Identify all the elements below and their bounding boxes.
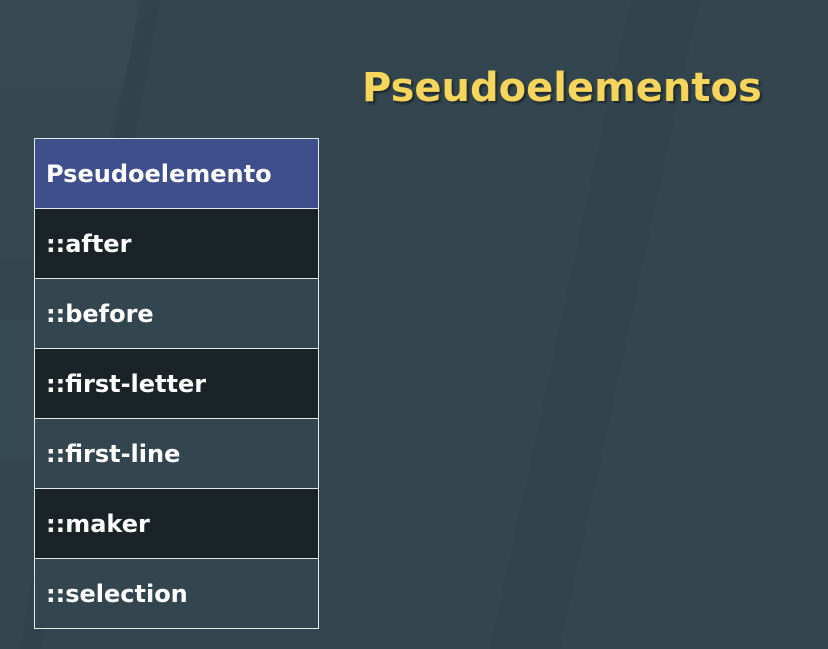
- table-cell-first-line: ::first-line: [34, 418, 319, 489]
- pseudoelements-table: Pseudoelemento ::after ::before ::first-…: [34, 138, 319, 629]
- table-row: ::selection: [34, 558, 319, 629]
- table-cell-before: ::before: [34, 278, 319, 349]
- table-row: ::maker: [34, 488, 319, 559]
- table-header-row: Pseudoelemento: [34, 138, 319, 209]
- table-row: ::first-letter: [34, 348, 319, 419]
- table-cell-selection: ::selection: [34, 558, 319, 629]
- slide-title: Pseudoelementos: [362, 65, 762, 111]
- table-header-cell: Pseudoelemento: [34, 138, 319, 209]
- table-cell-maker: ::maker: [34, 488, 319, 559]
- table-row: ::after: [34, 208, 319, 279]
- table-row: ::first-line: [34, 418, 319, 489]
- table-row: ::before: [34, 278, 319, 349]
- table-cell-first-letter: ::first-letter: [34, 348, 319, 419]
- table-cell-after: ::after: [34, 208, 319, 279]
